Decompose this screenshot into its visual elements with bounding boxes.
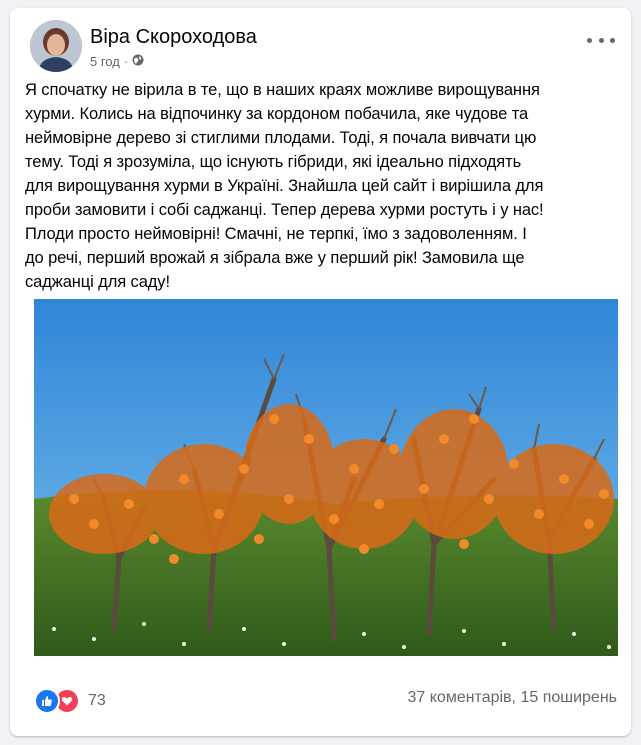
comments-shares-stats[interactable]: 37 коментарів, 15 поширень [408, 689, 618, 707]
persimmon-trees-image [34, 299, 618, 656]
post-photo[interactable] [34, 299, 618, 656]
globe-icon [132, 54, 144, 69]
post-time[interactable]: 5 год [90, 54, 120, 69]
author-avatar[interactable] [30, 20, 82, 72]
thumbs-up-icon [34, 688, 60, 714]
meta-separator: · [123, 54, 129, 69]
more-dots-icon [587, 37, 592, 43]
post-text: Я спочатку не вірила в те, що в наших кр… [25, 81, 544, 291]
reactions-summary[interactable]: 73 [34, 688, 106, 714]
reactions-count: 73 [88, 692, 106, 709]
more-options-button[interactable] [587, 30, 615, 50]
author-name[interactable]: Віра Скороходова [90, 26, 257, 49]
post-meta: 5 год · [90, 54, 144, 69]
post-card: Віра Скороходова 5 год · Я спочатку не в… [10, 8, 631, 736]
